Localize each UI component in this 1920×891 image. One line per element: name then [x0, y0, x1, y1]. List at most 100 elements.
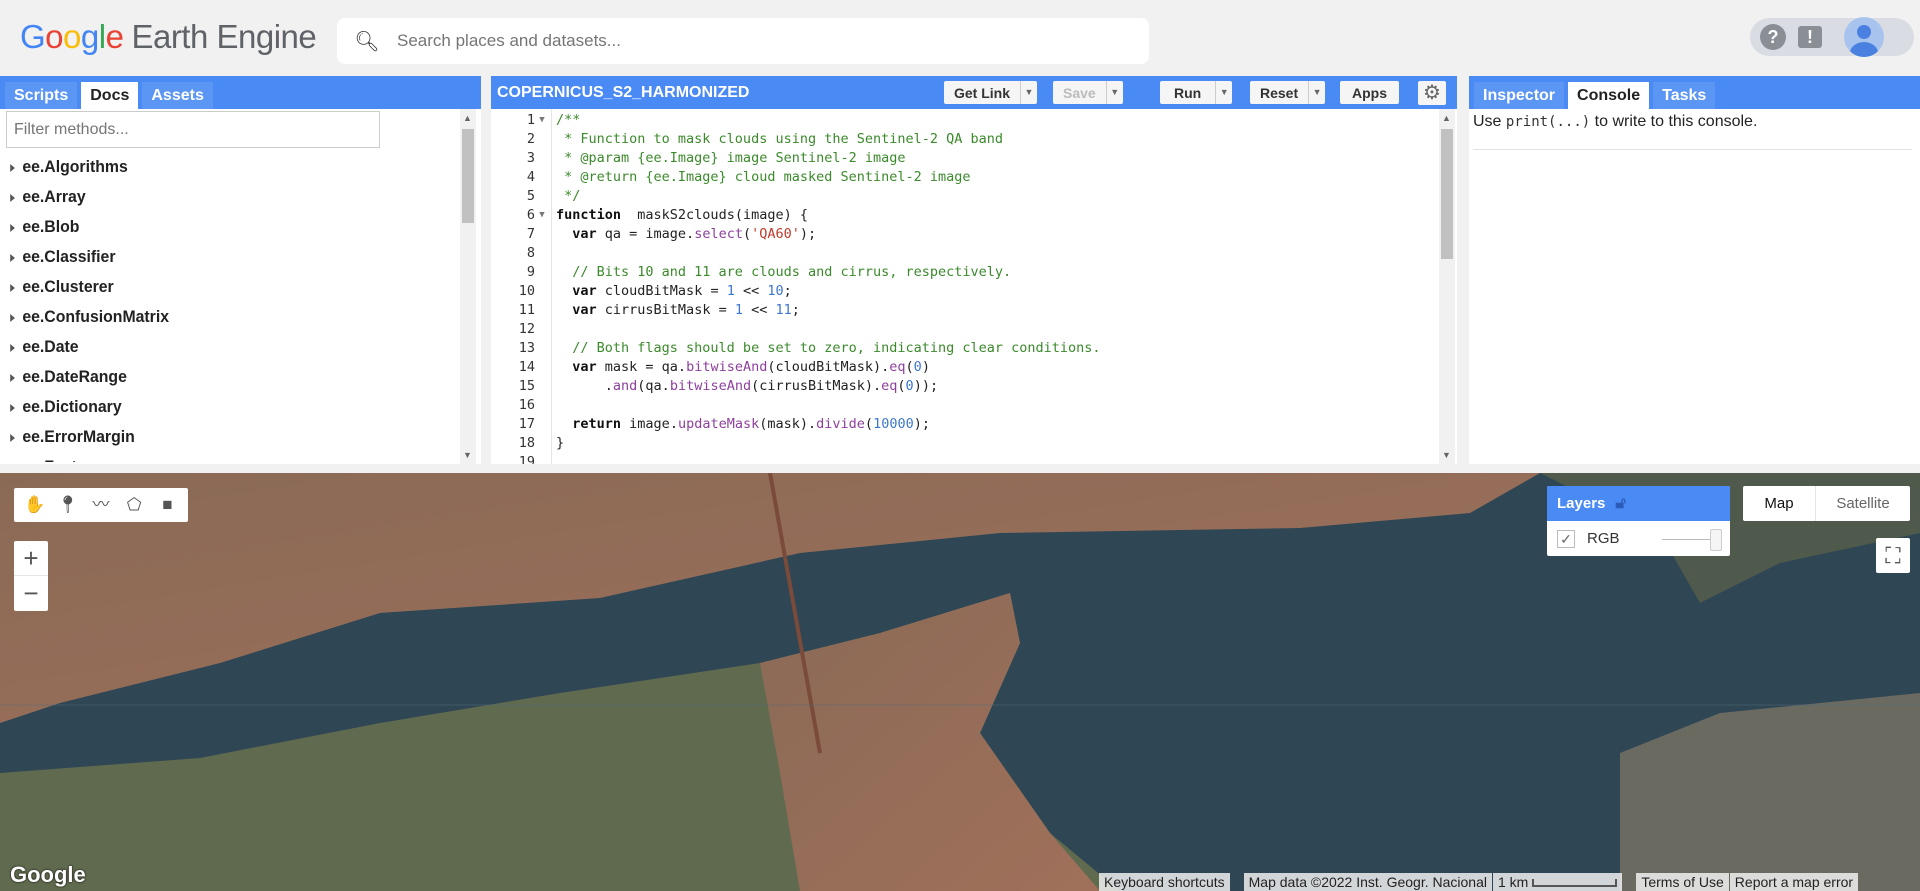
search-input[interactable]	[397, 31, 1097, 51]
code-token: var	[572, 302, 597, 318]
marker-icon[interactable]: 📍︎	[54, 491, 82, 519]
code-line[interactable]: 12	[491, 320, 1101, 339]
lock-icon[interactable]: 🔓︎	[1615, 486, 1625, 521]
code-lines[interactable]: 1 ▼/** 2 * Function to mask clouds using t…	[491, 111, 1101, 464]
code-line[interactable]: 16	[491, 396, 1101, 415]
code-line[interactable]: 17 return image.updateMask(mask).divide(…	[491, 415, 1101, 434]
scroll-thumb[interactable]	[1441, 129, 1453, 259]
docs-scrollbar[interactable]: ▲ ▼	[460, 109, 476, 464]
scroll-up-icon[interactable]: ▲	[1442, 113, 1451, 123]
filter-methods-input[interactable]	[6, 111, 380, 148]
code-line[interactable]: 14 var mask = qa.bitwiseAnd(cloudBitMask…	[491, 358, 1101, 377]
scroll-thumb[interactable]	[462, 129, 474, 223]
zoom-out-button[interactable]: −	[14, 576, 48, 611]
doc-item[interactable]: ee.Dictionary	[0, 392, 426, 422]
gear-icon[interactable]: ⚙	[1418, 81, 1446, 105]
code-line[interactable]: 10 var cloudBitMask = 1 << 10;	[491, 282, 1101, 301]
doc-item[interactable]: ee.Array	[0, 182, 426, 212]
rectangle-icon[interactable]: ■	[153, 491, 181, 519]
expand-arrow-icon[interactable]	[10, 373, 15, 382]
get-link-button[interactable]: Get Link ▼	[944, 81, 1038, 104]
expand-arrow-icon[interactable]	[10, 223, 15, 232]
tab-docs[interactable]: Docs	[81, 82, 139, 109]
reset-button[interactable]: Reset ▼	[1250, 81, 1326, 104]
code-line[interactable]: 13 // Both flags should be set to zero, …	[491, 339, 1101, 358]
polygon-icon[interactable]: ⬠	[120, 491, 148, 519]
feedback-icon[interactable]: !	[1798, 26, 1822, 48]
doc-item[interactable]: ee.ConfusionMatrix	[0, 302, 426, 332]
code-line[interactable]: 7 var qa = image.select('QA60');	[491, 225, 1101, 244]
help-icon[interactable]: ?	[1760, 24, 1786, 50]
doc-item[interactable]: ee.Blob	[0, 212, 426, 242]
chevron-down-icon[interactable]: ▼	[1020, 81, 1037, 104]
fold-arrow-icon[interactable]: ▼	[535, 111, 549, 130]
doc-item[interactable]: ee.ErrorMargin	[0, 422, 426, 452]
code-token: 11	[775, 302, 792, 318]
fold-arrow-icon[interactable]: ▼	[535, 206, 549, 225]
code-line[interactable]: 15 .and(qa.bitwiseAnd(cirrusBitMask).eq(…	[491, 377, 1101, 396]
code-line[interactable]: 5 */	[491, 187, 1101, 206]
doc-item[interactable]: ee.Feature	[0, 452, 426, 462]
tab-scripts[interactable]: Scripts	[5, 82, 78, 109]
code-line[interactable]: 18}	[491, 434, 1101, 453]
code-line[interactable]: 19	[491, 453, 1101, 464]
map-type-map[interactable]: Map	[1743, 486, 1816, 521]
terms-link[interactable]: Terms of Use	[1636, 873, 1729, 891]
fullscreen-icon[interactable]: ⛶	[1876, 538, 1910, 573]
doc-item[interactable]: ee.Clusterer	[0, 272, 426, 302]
map-splitter-handle[interactable]	[0, 464, 1920, 473]
layer-checkbox[interactable]: ✓	[1557, 529, 1575, 548]
code-line[interactable]: 2 * Function to mask clouds using the Se…	[491, 130, 1101, 149]
code-text: var qa = image.select('QA60');	[549, 225, 816, 244]
code-editor[interactable]: 1 ▼/** 2 * Function to mask clouds using t…	[491, 109, 1439, 464]
expand-arrow-icon[interactable]	[10, 283, 15, 292]
line-icon[interactable]: 〰	[87, 491, 115, 519]
editor-scrollbar[interactable]: ▲ ▼	[1439, 109, 1455, 464]
save-button[interactable]: Save ▼	[1053, 81, 1123, 104]
layer-opacity-slider[interactable]	[1661, 528, 1722, 551]
expand-arrow-icon[interactable]	[10, 433, 15, 442]
map-canvas[interactable]: ✋ 📍︎ 〰 ⬠ ■ + − Layers 🔓︎ ✓ RGB Map Satell…	[0, 473, 1920, 891]
earth-engine-logo[interactable]: Google Earth Engine	[20, 18, 317, 56]
expand-arrow-icon[interactable]	[10, 343, 15, 352]
apps-button[interactable]: Apps	[1340, 81, 1399, 104]
chevron-down-icon[interactable]: ▼	[1105, 81, 1123, 104]
code-line[interactable]: 6 ▼ function maskS2clouds(image) {	[491, 206, 1101, 225]
doc-item[interactable]: ee.Date	[0, 332, 426, 362]
scroll-down-icon[interactable]: ▼	[463, 450, 472, 460]
scroll-down-icon[interactable]: ▼	[1442, 450, 1451, 460]
code-line[interactable]: 8	[491, 244, 1101, 263]
doc-item[interactable]: ee.DateRange	[0, 362, 426, 392]
slider-handle[interactable]	[1709, 528, 1722, 551]
code-text: * Function to mask clouds using the Sent…	[549, 130, 1003, 149]
code-line[interactable]: 3 * @param {ee.Image} image Sentinel-2 i…	[491, 149, 1101, 168]
run-button[interactable]: Run ▼	[1160, 81, 1233, 104]
doc-item[interactable]: ee.Algorithms	[0, 152, 426, 182]
keyboard-shortcuts-link[interactable]: Keyboard shortcuts	[1099, 873, 1230, 891]
code-token: (	[864, 416, 874, 432]
chevron-down-icon[interactable]: ▼	[1308, 81, 1325, 104]
expand-arrow-icon[interactable]	[10, 193, 15, 202]
tab-assets[interactable]: Assets	[142, 82, 213, 109]
tab-console[interactable]: Console	[1568, 82, 1650, 109]
tab-inspector[interactable]: Inspector	[1474, 82, 1565, 109]
tab-tasks[interactable]: Tasks	[1653, 82, 1716, 109]
code-line[interactable]: 1 ▼ /**	[491, 111, 1101, 130]
chevron-down-icon[interactable]: ▼	[1215, 81, 1232, 104]
doc-item[interactable]: ee.Classifier	[0, 242, 426, 272]
scroll-up-icon[interactable]: ▲	[463, 113, 472, 123]
search-box[interactable]: 🔍︎	[337, 18, 1149, 64]
code-line[interactable]: 9 // Bits 10 and 11 are clouds and cirru…	[491, 263, 1101, 282]
expand-arrow-icon[interactable]	[10, 403, 15, 412]
code-token: 0	[905, 378, 914, 394]
expand-arrow-icon[interactable]	[10, 253, 15, 262]
report-error-link[interactable]: Report a map error	[1729, 873, 1859, 891]
avatar[interactable]	[1844, 17, 1884, 57]
code-line[interactable]: 11 var cirrusBitMask = 1 << 11;	[491, 301, 1101, 320]
expand-arrow-icon[interactable]	[10, 163, 15, 172]
code-line[interactable]: 4 * @return {ee.Image} cloud masked Sent…	[491, 168, 1101, 187]
map-type-satellite[interactable]: Satellite	[1816, 486, 1910, 521]
zoom-in-button[interactable]: +	[14, 541, 48, 576]
expand-arrow-icon[interactable]	[10, 313, 15, 322]
pan-hand-icon[interactable]: ✋	[21, 491, 49, 519]
